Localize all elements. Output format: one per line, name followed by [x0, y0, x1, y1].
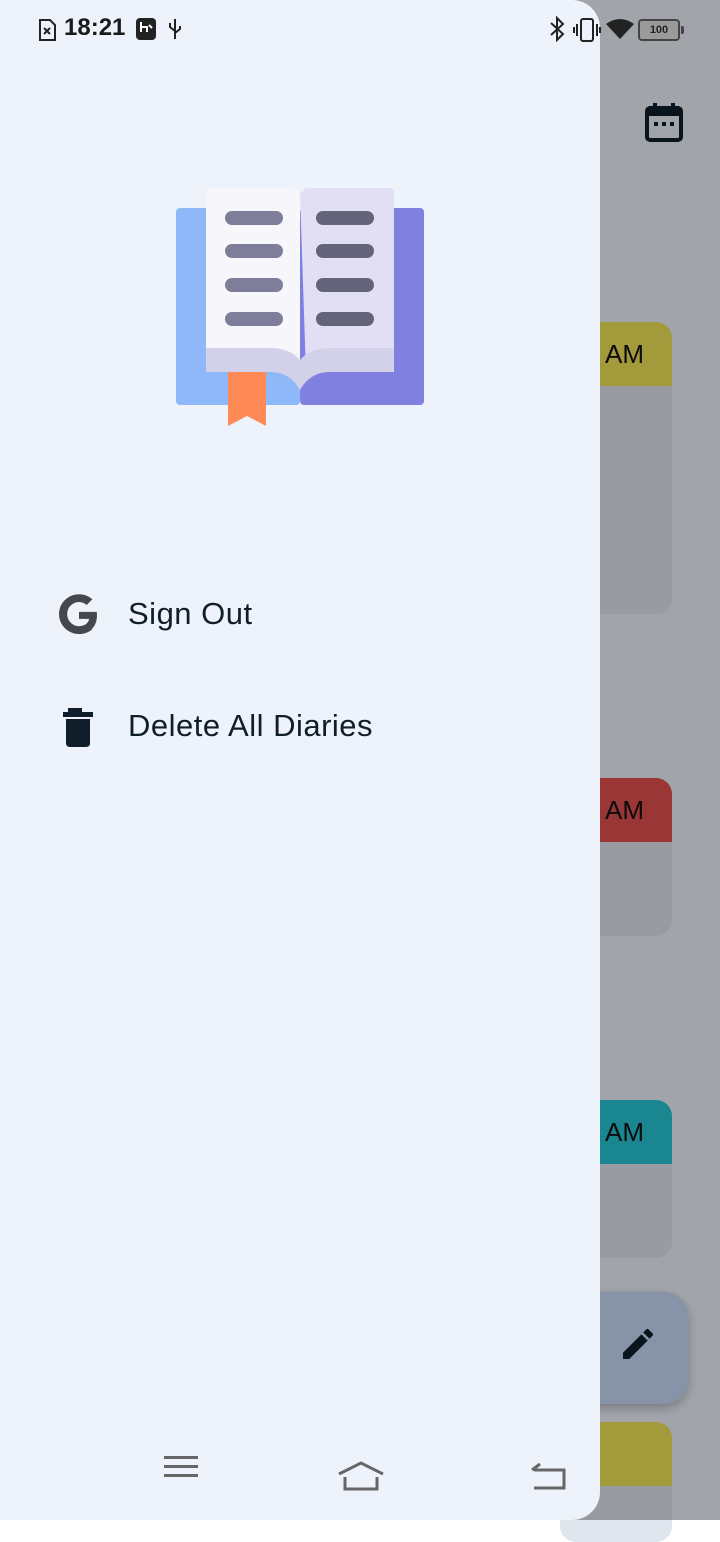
open-book-illustration	[176, 188, 424, 426]
battery-icon: 100	[638, 19, 684, 41]
home-icon[interactable]	[336, 1460, 386, 1494]
bluetooth-icon	[550, 16, 565, 42]
back-icon[interactable]	[528, 1462, 568, 1492]
sim-error-icon	[39, 19, 56, 41]
navigation-drawer: Sign Out Delete All Diaries	[0, 0, 600, 1520]
sign-out-label: Sign Out	[128, 596, 253, 631]
wifi-icon	[606, 19, 634, 39]
trash-icon	[63, 708, 93, 747]
vibrate-icon	[573, 18, 601, 42]
status-bar: 18:21 100	[0, 0, 720, 58]
usb-icon	[169, 19, 181, 39]
sign-out-button[interactable]: Sign Out	[0, 574, 600, 654]
status-time: 18:21	[64, 14, 126, 41]
delete-all-diaries-label: Delete All Diaries	[128, 708, 374, 743]
usb-debug-icon	[136, 18, 156, 40]
menu-icon[interactable]	[162, 1450, 200, 1480]
google-icon	[59, 594, 97, 634]
delete-all-diaries-button[interactable]: Delete All Diaries	[0, 686, 600, 766]
